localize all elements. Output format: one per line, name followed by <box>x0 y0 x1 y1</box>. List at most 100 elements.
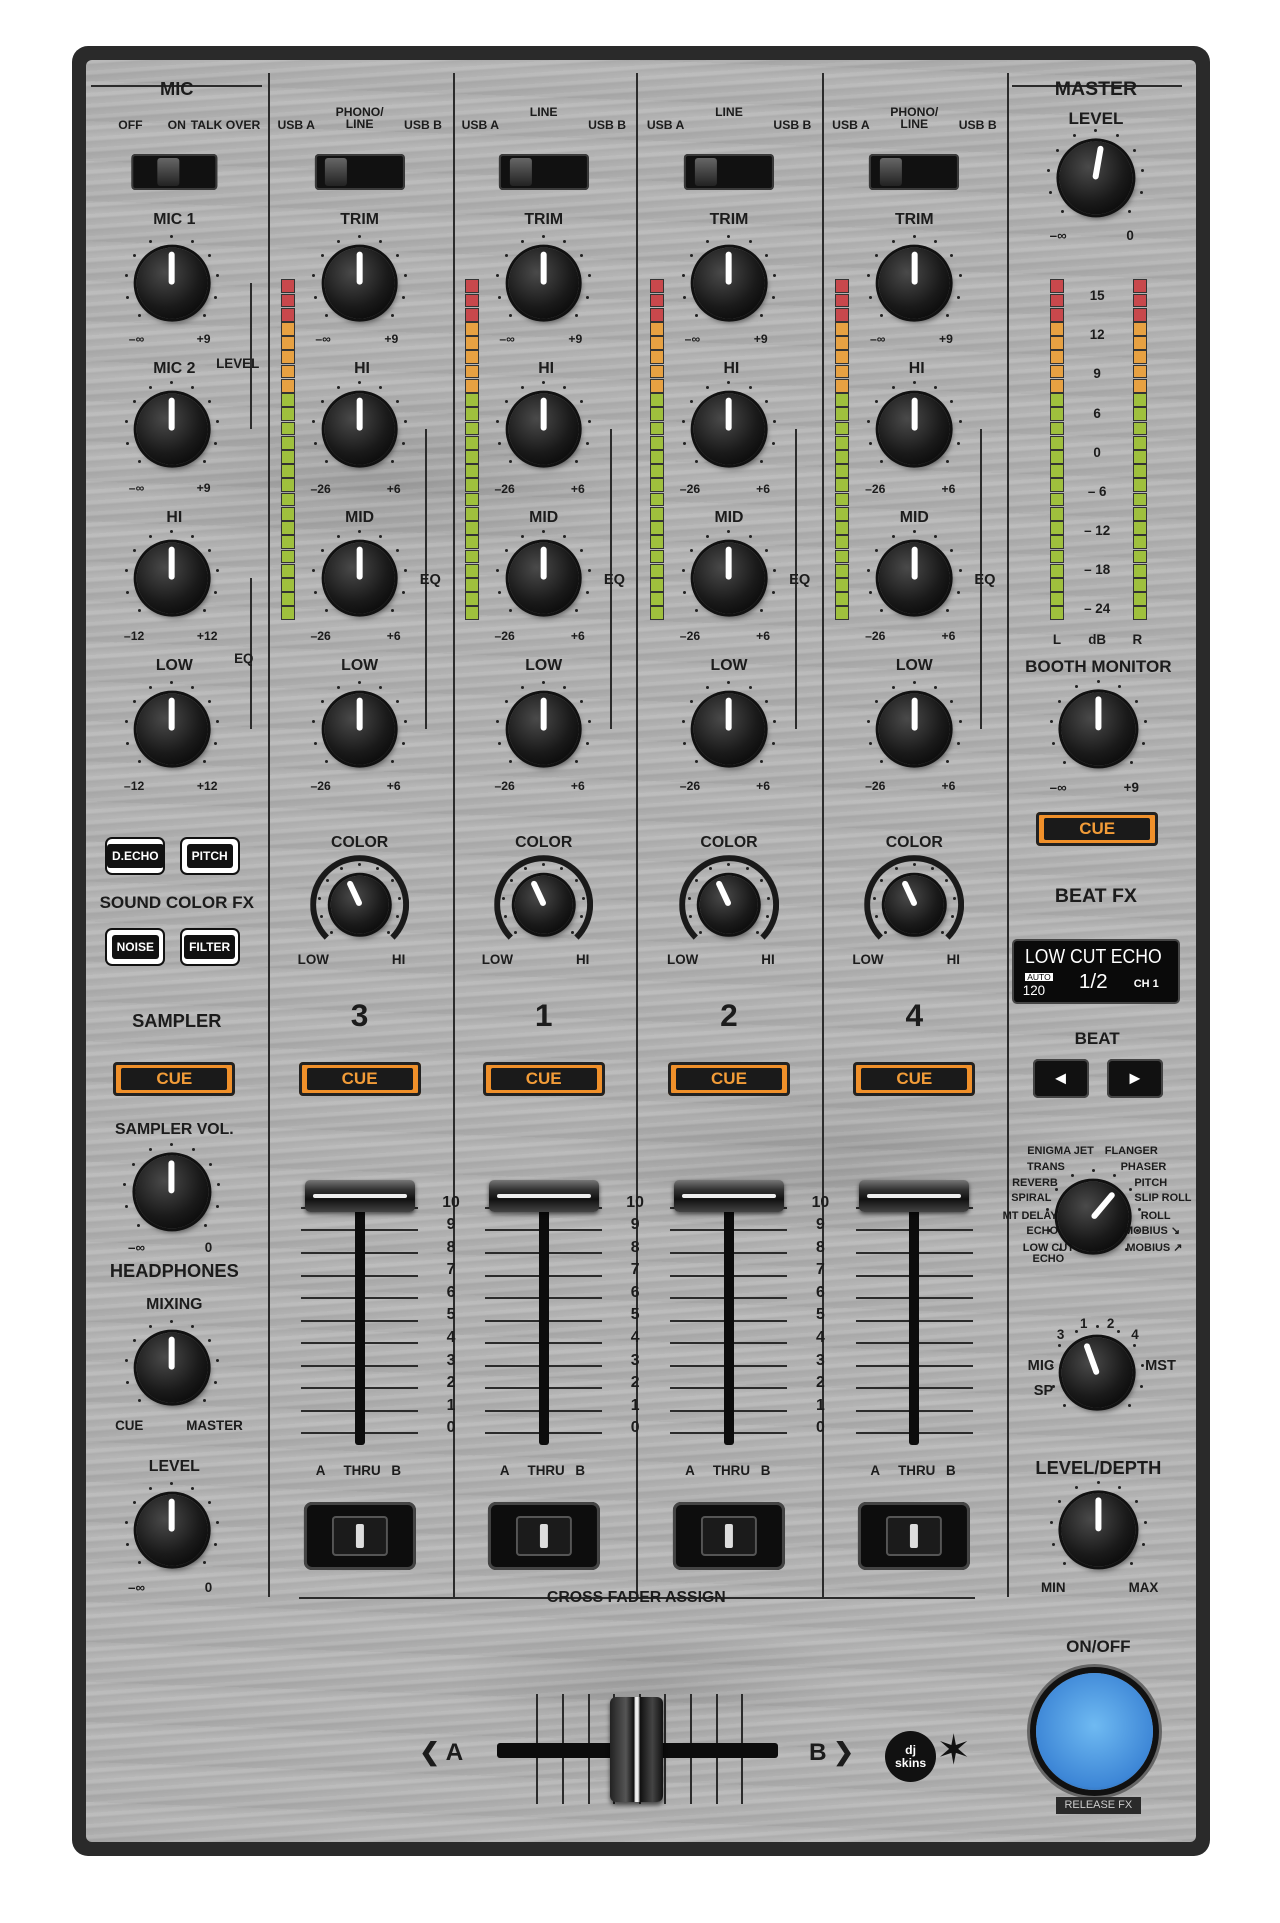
effect-option-left: REVERB <box>1012 1176 1058 1189</box>
ch1-hi-knob[interactable] <box>324 393 395 465</box>
headphones-mixing-knob-tick <box>132 1339 136 1343</box>
ch2-input-switch[interactable] <box>498 153 589 191</box>
meter-segment <box>650 280 663 293</box>
pitch-button[interactable]: PITCH <box>181 838 238 873</box>
beat-right-button[interactable]: ► <box>1106 1059 1163 1099</box>
ch4-color-knob[interactable] <box>885 875 944 934</box>
mic2-level-knob[interactable] <box>136 393 208 465</box>
meter-segment <box>465 280 478 293</box>
mic-hi-max-label: +12 <box>196 629 218 644</box>
ch1-mid-knob[interactable] <box>324 542 395 614</box>
ch4-level-meter <box>836 280 849 621</box>
crossfader-cap[interactable] <box>609 1696 664 1802</box>
master-cue-button[interactable]: CUE <box>1036 811 1159 846</box>
ch2-hi-knob[interactable] <box>508 393 580 465</box>
ch4-trim-knob-tick <box>958 274 962 278</box>
ch1-input-switch[interactable] <box>314 153 405 191</box>
ch3-channel-fader[interactable] <box>673 1180 784 1213</box>
meter-segment <box>281 607 294 620</box>
headphones-level-knob[interactable] <box>136 1494 208 1566</box>
ch3-trim-knob[interactable] <box>693 247 765 319</box>
mic1-level-knob-tick <box>132 254 136 258</box>
ch3-low-knob[interactable] <box>693 693 765 765</box>
meter-segment <box>650 422 663 435</box>
headphones-mixing-knob[interactable] <box>136 1332 208 1404</box>
meter-segment <box>836 451 849 463</box>
sampler-cue-button[interactable]: CUE <box>113 1061 236 1096</box>
ch3-cue-button-label: CUE <box>675 1067 782 1090</box>
mic-low-knob-tick <box>137 760 141 764</box>
meter-segment <box>650 394 663 406</box>
ch3-mid-knob[interactable] <box>693 542 765 614</box>
meter-segment <box>836 436 849 449</box>
ch2-low-knob[interactable] <box>508 693 580 765</box>
meter-segment <box>1133 365 1146 378</box>
filter-button[interactable]: FILTER <box>181 930 238 965</box>
mic1-level-knob-tick <box>124 274 128 278</box>
mic-hi-knob[interactable] <box>136 542 208 614</box>
meter-segment <box>1133 479 1146 492</box>
ch3-input-switch[interactable] <box>683 153 775 191</box>
ch4-crossfader-assign-switch[interactable] <box>858 1501 971 1571</box>
ch4-channel-fader[interactable] <box>859 1180 970 1213</box>
ch4-input-switch[interactable] <box>869 153 960 191</box>
meter-segment <box>465 564 478 577</box>
ch3-cue-button[interactable]: CUE <box>667 1061 790 1096</box>
meter-segment <box>836 465 849 478</box>
ch2-cue-button[interactable]: CUE <box>482 1061 605 1096</box>
ch2-channel-fader[interactable] <box>488 1180 599 1213</box>
mic2-min-label: –∞ <box>128 480 145 495</box>
ch2-trim-min-label: –∞ <box>499 331 515 346</box>
meter-segment <box>1050 436 1063 449</box>
beat-left-button[interactable]: ◄ <box>1032 1059 1089 1099</box>
ch1-channel-fader[interactable] <box>304 1180 415 1213</box>
ch3-color-knob[interactable] <box>699 875 759 934</box>
ch1-cue-button[interactable]: CUE <box>298 1061 421 1096</box>
ch2-color-knob[interactable] <box>514 875 573 934</box>
master-level-knob[interactable] <box>1059 141 1133 215</box>
ch2-crossfader-assign-switch[interactable] <box>487 1501 600 1571</box>
beat-fx-channel-select-knob[interactable] <box>1061 1337 1133 1408</box>
level-depth-knob-tick <box>1143 1520 1147 1524</box>
ch4-low-knob[interactable] <box>878 693 950 765</box>
ch4-hi-knob[interactable] <box>878 393 950 465</box>
mic-low-knob[interactable] <box>136 693 208 765</box>
meter-segment <box>465 593 478 606</box>
channel-select-2-label: 2 <box>1106 1315 1115 1331</box>
beat-fx-select-knob[interactable] <box>1058 1181 1129 1252</box>
headphones-level-label: LEVEL <box>148 1458 200 1476</box>
ch1-crossfader-assign-switch[interactable] <box>303 1501 416 1571</box>
sampler-volume-knob[interactable] <box>135 1155 209 1229</box>
ch2-assign-b-label: B <box>575 1463 586 1479</box>
ch3-crossfader-assign-switch[interactable] <box>672 1501 786 1571</box>
ch1-low-knob[interactable] <box>324 693 395 765</box>
fader-scale-number: 0 <box>630 1419 640 1437</box>
ch4-mid-knob[interactable] <box>878 542 950 614</box>
ch3-low-knob-tick <box>748 686 752 690</box>
ch4-color-knob-tick <box>873 896 877 900</box>
ch3-hi-knob-tick <box>748 386 752 390</box>
level-depth-knob[interactable] <box>1061 1493 1135 1567</box>
beat-fx-onoff-button[interactable] <box>1036 1672 1154 1790</box>
ch4-trim-knob[interactable] <box>878 247 950 319</box>
master-meter-scale-label: 0 <box>1093 445 1101 461</box>
ch4-cue-button[interactable]: CUE <box>853 1061 976 1096</box>
ch1-color-knob[interactable] <box>330 875 389 934</box>
master-level-min-label: –∞ <box>1049 228 1067 244</box>
fader-scale-number: 10 <box>442 1193 460 1211</box>
ch4-hi-knob-tick <box>868 441 872 445</box>
ch4-mid-knob-tick <box>912 530 916 533</box>
mic1-level-knob[interactable] <box>136 247 208 319</box>
ch3-hi-knob[interactable] <box>693 393 765 465</box>
ch2-trim-knob[interactable] <box>508 247 580 319</box>
ch2-mid-knob[interactable] <box>508 542 580 614</box>
ch2-low-knob-tick <box>504 700 508 704</box>
ch4-mid-knob-pointer <box>911 546 918 580</box>
meter-segment <box>1133 451 1146 463</box>
booth-monitor-knob[interactable] <box>1061 692 1135 766</box>
noise-button[interactable]: NOISE <box>107 930 164 965</box>
mic-mode-switch[interactable] <box>131 153 217 191</box>
decho-button[interactable]: D.ECHO <box>106 838 164 873</box>
effect-option-left: ENIGMA JET <box>1027 1144 1094 1157</box>
ch1-trim-knob[interactable] <box>324 247 395 319</box>
